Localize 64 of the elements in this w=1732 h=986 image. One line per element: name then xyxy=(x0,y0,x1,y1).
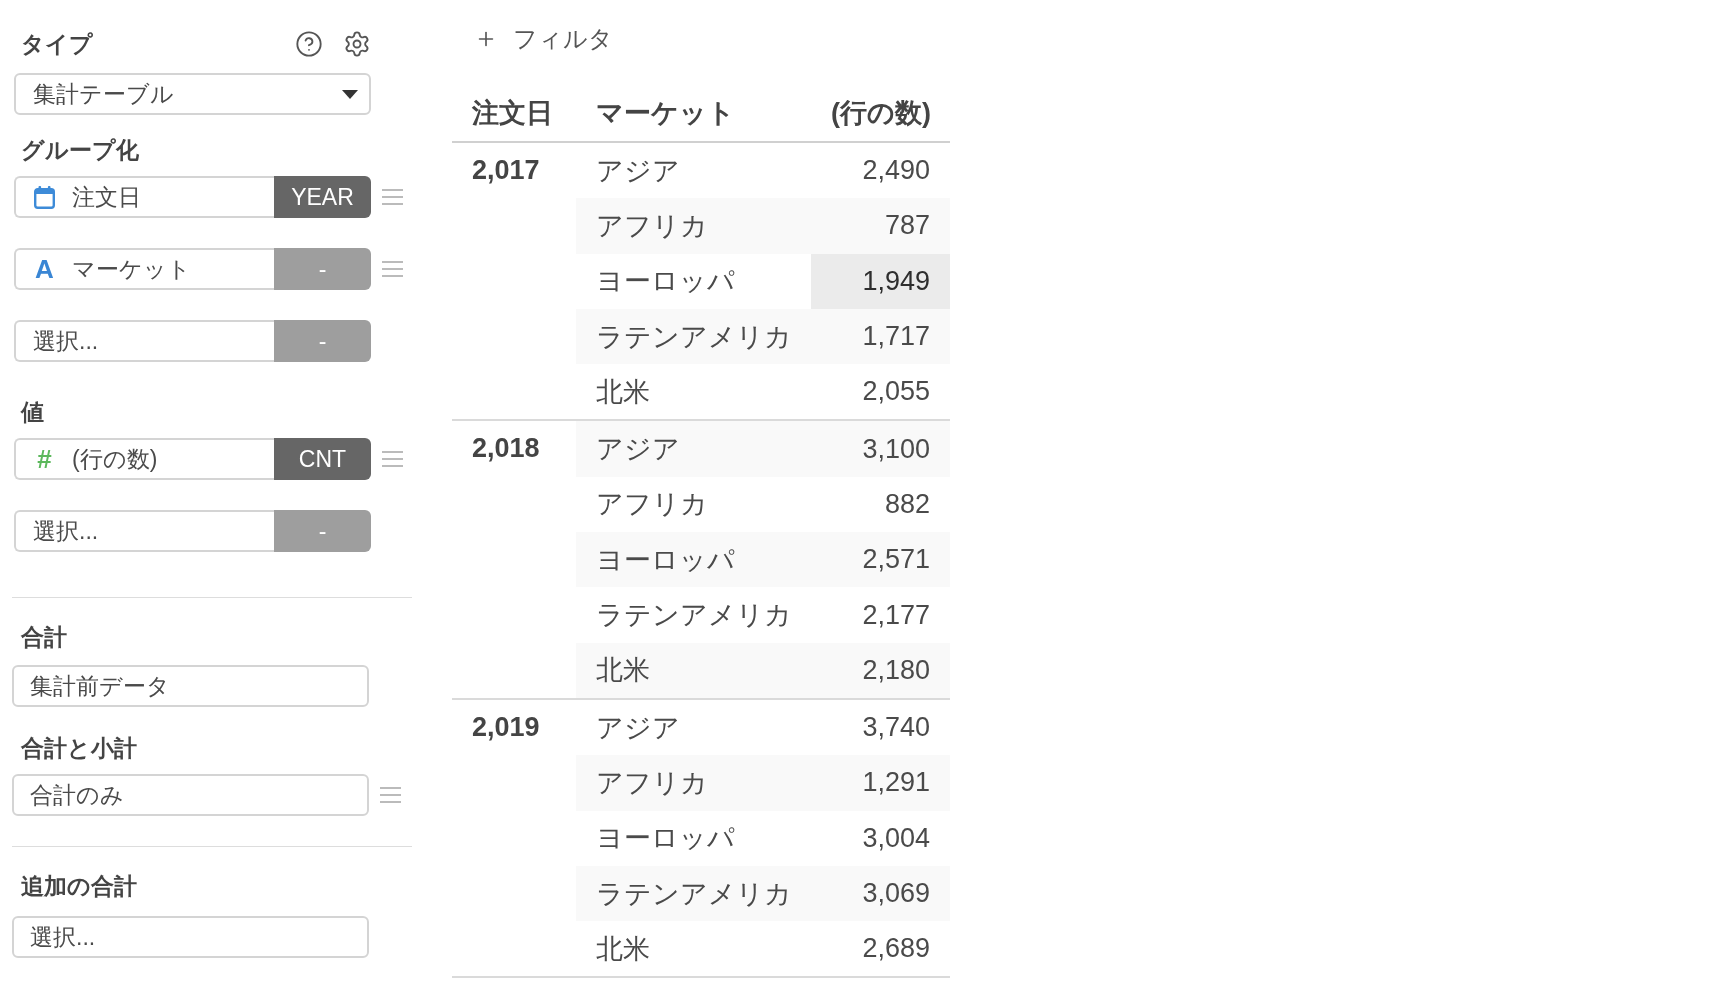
row-count-value: 882 xyxy=(883,487,931,521)
section-label: 合計と小計 xyxy=(21,734,137,763)
row-count-value: 3,100 xyxy=(811,421,950,477)
help-icon[interactable] xyxy=(295,30,323,58)
market-name: ヨーロッパ xyxy=(576,532,811,588)
section-label: 値 xyxy=(21,398,44,427)
column-header[interactable]: (行の数) xyxy=(811,95,950,131)
drag-handle-icon[interactable] xyxy=(382,189,403,205)
market-name: アジア xyxy=(595,711,681,745)
section-label: 合計 xyxy=(21,623,67,652)
market-name: ラテンアメリカ xyxy=(576,865,811,922)
section-label: 追加の合計 xyxy=(21,872,137,901)
row-count-value: 3,004 xyxy=(861,821,931,855)
drag-handle-icon[interactable] xyxy=(380,787,401,803)
year-label: 2,018 xyxy=(471,432,541,466)
row-count-value: 1,291 xyxy=(811,755,950,811)
column-select-field[interactable]: 選択... xyxy=(14,510,274,552)
additional-totals-field[interactable]: 選択... xyxy=(12,916,369,958)
totals-select[interactable]: 集計前データ xyxy=(12,665,369,707)
market-name: アジア xyxy=(576,421,811,477)
row-count-value: 3,740 xyxy=(861,711,931,745)
column-field[interactable]: 注文日 xyxy=(14,176,274,218)
section-label: グループ化 xyxy=(21,136,139,165)
type-dropdown[interactable]: 集計テーブル xyxy=(14,73,371,115)
calendar-icon xyxy=(34,185,55,209)
market-name: アフリカ xyxy=(576,755,811,811)
totals-select[interactable]: 合計のみ xyxy=(12,774,369,816)
hash-icon: # xyxy=(34,446,55,472)
row-count-value: 2,689 xyxy=(861,932,931,966)
row-count-value: 3,069 xyxy=(811,865,950,922)
market-name: ヨーロッパ xyxy=(595,822,736,856)
row-count-value: 1,949 xyxy=(811,253,950,309)
year-label: 2,017 xyxy=(471,154,541,187)
caret-icon xyxy=(342,89,358,99)
column-field[interactable]: # (行の数) xyxy=(14,438,274,480)
drag-handle-icon[interactable] xyxy=(382,451,403,467)
row-count-value: 2,571 xyxy=(811,532,950,588)
row-count-value: 2,490 xyxy=(861,154,931,188)
year-label: 2,019 xyxy=(471,710,541,744)
column-header[interactable]: マーケット xyxy=(576,95,811,131)
aggregation-button[interactable]: YEAR xyxy=(274,176,371,218)
market-name: アジア xyxy=(595,154,681,188)
add-filter-button[interactable]: フィルタ xyxy=(475,19,613,59)
market-name: ヨーロッパ xyxy=(595,265,736,299)
column-header[interactable]: 注文日 xyxy=(452,95,576,131)
settings-icon[interactable] xyxy=(343,30,371,58)
column-select-field[interactable]: 選択... xyxy=(14,320,274,362)
market-name: アフリカ xyxy=(595,488,709,522)
aggregation-button[interactable]: CNT xyxy=(274,438,371,480)
market-name: ラテンアメリカ xyxy=(595,599,793,632)
market-name: 北米 xyxy=(576,642,811,698)
section-label: タイプ xyxy=(21,30,93,59)
row-count-value: 2,177 xyxy=(861,598,931,632)
market-name: ラテンアメリカ xyxy=(576,308,811,365)
row-count-value: 1,717 xyxy=(811,308,950,365)
market-name: 北米 xyxy=(595,932,651,966)
drag-handle-icon[interactable] xyxy=(382,261,403,277)
column-field[interactable]: A マーケット xyxy=(14,248,274,290)
market-name: アフリカ xyxy=(576,198,811,254)
market-name: 北米 xyxy=(595,375,651,409)
row-count-value: 2,055 xyxy=(861,375,931,409)
row-count-value: 787 xyxy=(811,198,950,254)
letter-a-icon: A xyxy=(34,256,55,282)
row-count-value: 2,180 xyxy=(811,642,950,698)
